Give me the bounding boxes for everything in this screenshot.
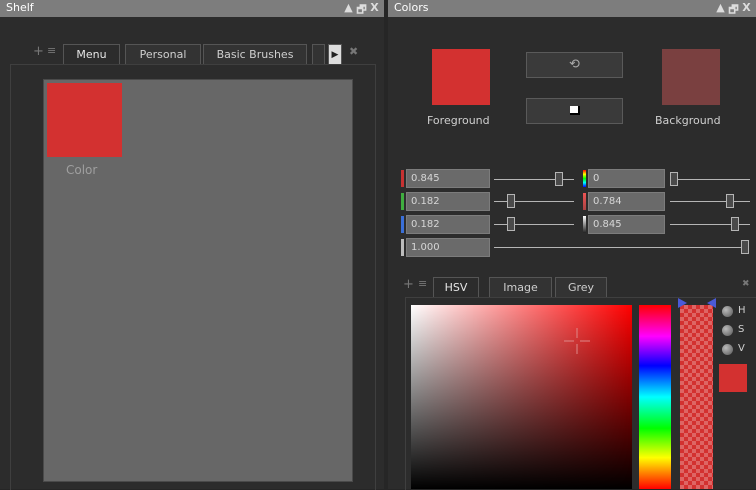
- add-tab-icon[interactable]: +: [403, 277, 414, 292]
- close-icon[interactable]: X: [369, 1, 380, 20]
- alpha-bar[interactable]: [680, 305, 713, 489]
- green-slider-handle[interactable]: [507, 194, 516, 208]
- saturation-value-field[interactable]: 0.784: [588, 192, 665, 211]
- blue-value-field[interactable]: 0.182: [406, 215, 490, 234]
- green-channel-chip: [401, 193, 404, 210]
- blue-channel-chip: [401, 216, 404, 233]
- swap-colors-button[interactable]: ⟲: [526, 52, 623, 78]
- current-color-swatch: [719, 364, 747, 392]
- tab-basic-brushes[interactable]: Basic Brushes: [203, 44, 307, 64]
- hue-bar[interactable]: [639, 305, 671, 489]
- value-radio[interactable]: [722, 344, 733, 355]
- foreground-swatch[interactable]: [432, 49, 490, 105]
- red-channel-chip: [401, 170, 404, 187]
- saturation-channel-chip: [583, 193, 586, 210]
- tab-personal[interactable]: Personal: [125, 44, 201, 64]
- float-icon[interactable]: ▲: [715, 1, 726, 20]
- close-tab-icon[interactable]: ✖: [742, 279, 750, 289]
- tab-hsv[interactable]: HSV: [433, 277, 479, 297]
- tab-menu-icon[interactable]: ≡: [418, 277, 427, 290]
- shelf-panel: Shelf ▲ 🗗 X + ≡ Menu Personal Basic Brus…: [0, 0, 384, 490]
- saturation-radio-label: S: [738, 324, 745, 335]
- colors-window-controls: ▲ 🗗 X: [715, 1, 752, 20]
- close-icon[interactable]: X: [741, 1, 752, 20]
- green-value-field[interactable]: 0.182: [406, 192, 490, 211]
- value-slider-handle[interactable]: [730, 217, 739, 231]
- blue-slider-track[interactable]: [494, 224, 574, 225]
- crosshair-icon: [564, 328, 590, 354]
- hue-radio-label: H: [738, 305, 746, 316]
- alpha-slider-handle[interactable]: [741, 240, 749, 254]
- tab-grey[interactable]: Grey: [555, 277, 607, 297]
- hue-slider-handle[interactable]: [670, 172, 678, 186]
- swap-icon: ⟲: [569, 57, 580, 72]
- saturation-value-square[interactable]: [411, 305, 632, 489]
- add-tab-icon[interactable]: +: [33, 44, 44, 59]
- red-value-field[interactable]: 0.845: [406, 169, 490, 188]
- alpha-slider-track[interactable]: [494, 247, 749, 248]
- tab-overflow[interactable]: [312, 44, 325, 64]
- tab-image[interactable]: Image: [489, 277, 552, 297]
- alpha-channel-chip: [401, 239, 404, 256]
- restore-icon[interactable]: 🗗: [728, 1, 739, 20]
- value-channel-chip: [583, 216, 586, 233]
- hue-channel-chip: [583, 170, 586, 187]
- close-tab-icon[interactable]: ✖: [349, 45, 358, 58]
- value-radio-label: V: [738, 343, 745, 354]
- hue-radio[interactable]: [722, 306, 733, 317]
- hue-slider-track[interactable]: [670, 179, 750, 180]
- hue-value-field[interactable]: 0: [588, 169, 665, 188]
- alpha-marker-icon[interactable]: [678, 298, 720, 310]
- shelf-tab-row: + ≡ Menu Personal Basic Brushes ▶ ✖: [0, 41, 384, 65]
- shelf-swatch-label: Color: [66, 163, 98, 177]
- shelf-title: Shelf: [6, 1, 34, 14]
- alpha-value-field[interactable]: 1.000: [406, 238, 490, 257]
- background-label: Background: [655, 114, 721, 127]
- tab-menu-icon[interactable]: ≡: [47, 44, 56, 57]
- value-value-field[interactable]: 0.845: [588, 215, 665, 234]
- red-slider-handle[interactable]: [554, 172, 563, 186]
- reset-colors-button[interactable]: [526, 98, 623, 124]
- background-swatch[interactable]: [662, 49, 720, 105]
- saturation-slider-track[interactable]: [670, 201, 750, 202]
- shelf-window-controls: ▲ 🗗 X: [343, 1, 380, 20]
- colors-titlebar[interactable]: Colors ▲ 🗗 X: [388, 0, 756, 17]
- shelf-color-swatch[interactable]: [47, 83, 122, 157]
- tab-menu[interactable]: Menu: [63, 44, 120, 64]
- colors-tab-row: + ≡ HSV Image Grey ✖: [388, 274, 756, 298]
- colors-title: Colors: [394, 1, 429, 14]
- saturation-radio[interactable]: [722, 325, 733, 336]
- shelf-titlebar[interactable]: Shelf ▲ 🗗 X: [0, 0, 384, 17]
- reset-colors-icon: [569, 106, 580, 115]
- saturation-slider-handle[interactable]: [726, 194, 735, 208]
- tab-scroll-right-icon[interactable]: ▶: [328, 44, 342, 64]
- green-slider-track[interactable]: [494, 201, 574, 202]
- restore-icon[interactable]: 🗗: [356, 1, 367, 20]
- shelf-content-area: Color: [43, 79, 353, 482]
- blue-slider-handle[interactable]: [507, 217, 516, 231]
- colors-panel: Colors ▲ 🗗 X Foreground Background ⟲ 0.8…: [388, 0, 756, 490]
- float-icon[interactable]: ▲: [343, 1, 354, 20]
- foreground-label: Foreground: [427, 114, 490, 127]
